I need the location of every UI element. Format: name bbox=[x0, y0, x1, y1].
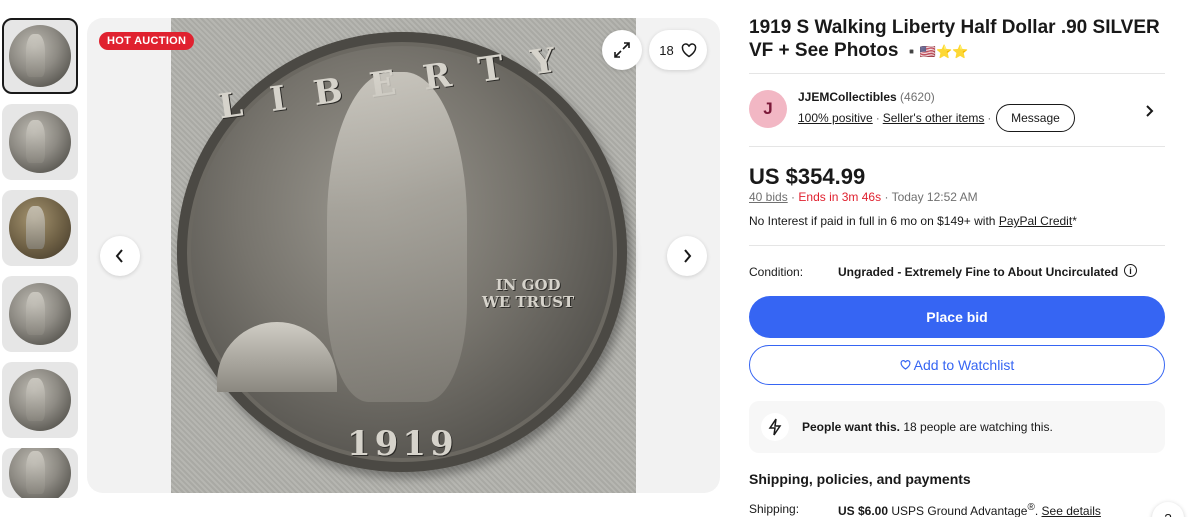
coin-photo: LIBERTY IN GOD WE TRUST 1919 bbox=[171, 18, 636, 493]
bids-link[interactable]: 40 bids bbox=[749, 190, 788, 204]
thumbnail-2[interactable] bbox=[2, 104, 78, 180]
expand-icon bbox=[614, 42, 630, 58]
heart-icon bbox=[681, 42, 696, 57]
add-to-watchlist-button[interactable]: Add to Watchlist bbox=[749, 345, 1165, 385]
end-time: Today 12:52 AM bbox=[891, 190, 978, 204]
current-price: US $354.99 bbox=[749, 164, 866, 189]
paypal-credit-link[interactable]: PayPal Credit bbox=[999, 214, 1072, 228]
thumbnail-1[interactable] bbox=[2, 18, 78, 94]
thumbnail-4[interactable] bbox=[2, 276, 78, 352]
seller-card: J JJEMCollectibles (4620) 100% positive ·… bbox=[749, 90, 1165, 148]
chevron-right-icon bbox=[684, 249, 692, 263]
hot-auction-badge: HOT AUCTION bbox=[99, 32, 195, 50]
coin-year: 1919 bbox=[347, 424, 458, 464]
watchers-notice: People want this. 18 people are watching… bbox=[749, 401, 1165, 453]
listing-details: 1919 S Walking Liberty Half Dollar .90 S… bbox=[749, 16, 1165, 517]
coin-image: LIBERTY IN GOD WE TRUST 1919 bbox=[177, 32, 627, 472]
coin-motto: IN GOD WE TRUST bbox=[482, 276, 575, 311]
shipping-heading: Shipping, policies, and payments bbox=[749, 471, 971, 487]
help-button[interactable]: ? bbox=[1152, 502, 1184, 517]
see-details-link[interactable]: See details bbox=[1042, 504, 1101, 517]
next-image-button[interactable] bbox=[667, 236, 707, 276]
main-image-viewer[interactable]: LIBERTY IN GOD WE TRUST 1919 HOT AUCTION… bbox=[87, 18, 720, 493]
seller-name[interactable]: JJEMCollectibles (4620) bbox=[798, 90, 935, 104]
condition-value: Ungraded - Extremely Fine to About Uncir… bbox=[838, 265, 1119, 279]
seller-feedback-count: (4620) bbox=[900, 90, 935, 104]
time-left: Ends in 3m 46s bbox=[798, 190, 882, 204]
thumbnail-6[interactable] bbox=[2, 448, 78, 498]
shipping-label: Shipping: bbox=[749, 502, 800, 516]
shipping-value: US $6.00 USPS Ground Advantage®. See det… bbox=[838, 502, 1101, 517]
seller-links: 100% positive · Seller's other items · bbox=[798, 111, 992, 125]
title-emoji: ▪️🇺🇸⭐⭐ bbox=[903, 44, 969, 59]
condition-label: Condition: bbox=[749, 265, 804, 279]
seller-positive-link[interactable]: 100% positive bbox=[798, 111, 873, 125]
paypal-credit-offer: No Interest if paid in full in 6 mo on $… bbox=[749, 214, 1077, 228]
lightning-icon bbox=[761, 413, 789, 441]
listing-title: 1919 S Walking Liberty Half Dollar .90 S… bbox=[749, 17, 1160, 61]
info-icon[interactable]: i bbox=[1124, 264, 1137, 277]
watchers-text: People want this. 18 people are watching… bbox=[802, 420, 1053, 434]
expand-button[interactable] bbox=[602, 30, 642, 70]
thumbnail-5[interactable] bbox=[2, 362, 78, 438]
seller-avatar[interactable]: J bbox=[749, 90, 787, 128]
chevron-left-icon bbox=[115, 249, 123, 263]
message-button[interactable]: Message bbox=[996, 104, 1075, 132]
thumbnail-3[interactable] bbox=[2, 190, 78, 266]
seller-other-items-link[interactable]: Seller's other items bbox=[883, 111, 985, 125]
heart-icon bbox=[900, 360, 911, 370]
seller-chevron-icon[interactable] bbox=[1145, 102, 1155, 123]
watch-count: 18 bbox=[659, 42, 674, 58]
previous-image-button[interactable] bbox=[100, 236, 140, 276]
place-bid-button[interactable]: Place bid bbox=[749, 296, 1165, 338]
watch-count-button[interactable]: 18 bbox=[649, 30, 707, 70]
bid-info: 40 bids · Ends in 3m 46s · Today 12:52 A… bbox=[749, 190, 978, 204]
